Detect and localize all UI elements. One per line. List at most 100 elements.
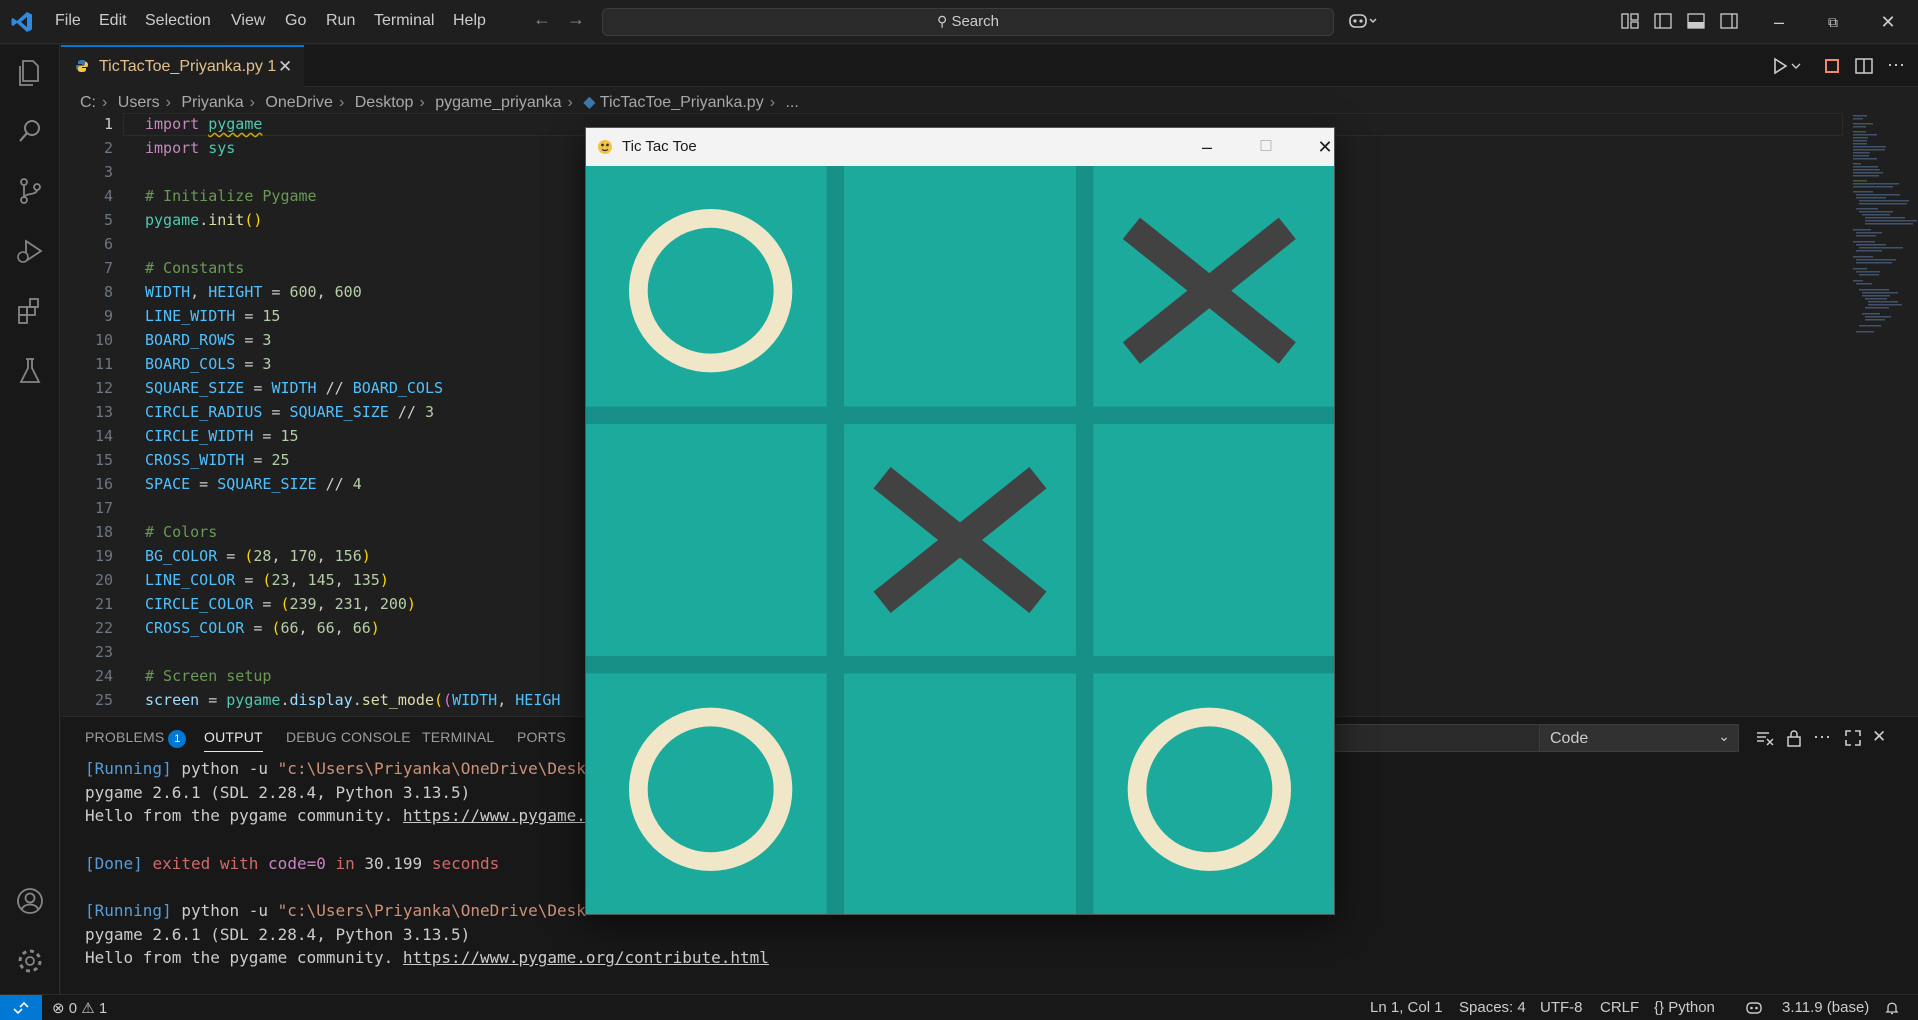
line-number: 8 xyxy=(103,283,113,301)
files-icon[interactable] xyxy=(14,57,46,89)
breadcrumb-file[interactable]: TicTacToe_Priyanka.py xyxy=(600,94,764,111)
customize-layout-icon[interactable] xyxy=(1620,11,1640,31)
search-icon[interactable] xyxy=(14,115,46,147)
line-number: 17 xyxy=(94,499,113,517)
pygame-minimize-button[interactable]: – xyxy=(1187,132,1227,162)
stop-icon[interactable] xyxy=(1821,55,1843,77)
split-editor-icon[interactable] xyxy=(1853,55,1875,77)
breadcrumb-drive[interactable]: C: xyxy=(80,94,96,111)
menu-go[interactable]: Go xyxy=(285,12,306,30)
pygame-close-button[interactable]: ✕ xyxy=(1305,132,1345,162)
tic-tac-toe-board[interactable] xyxy=(586,166,1334,914)
pygame-window[interactable]: Tic Tac Toe – ☐ ✕ xyxy=(585,127,1335,915)
code-line: SPACE = SQUARE_SIZE // 4 xyxy=(145,475,362,493)
minimize-button[interactable]: – xyxy=(1765,8,1793,36)
close-window-button[interactable]: ✕ xyxy=(1874,8,1902,36)
lock-scroll-icon[interactable] xyxy=(1783,727,1805,749)
code-line: # Colors xyxy=(145,523,218,541)
line-number: 24 xyxy=(94,667,113,685)
pygame-titlebar[interactable]: Tic Tac Toe – ☐ ✕ xyxy=(586,128,1334,166)
breadcrumb-desktop[interactable]: Desktop xyxy=(355,94,414,111)
code-line: CROSS_WIDTH = 25 xyxy=(145,451,290,469)
language-mode[interactable]: {} Python xyxy=(1654,999,1715,1016)
end-of-line[interactable]: CRLF xyxy=(1600,999,1639,1016)
forward-arrow-icon[interactable]: → xyxy=(567,9,585,30)
extensions-icon[interactable] xyxy=(14,295,46,327)
python-interpreter[interactable]: 3.11.9 (base) xyxy=(1782,999,1869,1016)
menu-selection[interactable]: Selection xyxy=(145,12,211,30)
more-actions-icon[interactable]: ⋯ xyxy=(1887,55,1909,77)
breadcrumb-onedrive[interactable]: OneDrive xyxy=(265,94,333,111)
code-line: pygame.init() xyxy=(145,211,263,229)
line-number: 12 xyxy=(94,379,113,397)
menu-view[interactable]: View xyxy=(231,12,265,30)
pygame-maximize-button[interactable]: ☐ xyxy=(1246,132,1286,162)
breadcrumb-users[interactable]: Users xyxy=(118,94,160,111)
menu-file[interactable]: File xyxy=(55,12,81,30)
breadcrumb-symbol[interactable]: ... xyxy=(785,94,798,111)
menu-terminal[interactable]: Terminal xyxy=(374,12,434,30)
code-line: SQUARE_SIZE = WIDTH // BOARD_COLS xyxy=(145,379,444,397)
line-number: 3 xyxy=(103,163,113,181)
tab-output[interactable]: OUTPUT xyxy=(204,729,263,752)
breadcrumb-priyanka[interactable]: Priyanka xyxy=(181,94,243,111)
breadcrumb: C: › Users › Priyanka › OneDrive › Desktop › … xyxy=(80,94,799,111)
problems-status[interactable]: ⊗ 0 ⚠ 1 xyxy=(52,999,107,1017)
python-file-icon: ◆ xyxy=(583,94,596,111)
tab-tictactoe-py[interactable]: TicTacToe_Priyanka.py 1 ✕ xyxy=(61,45,304,87)
settings-gear-icon[interactable] xyxy=(14,945,46,977)
toggle-panel-icon[interactable] xyxy=(1686,11,1706,31)
source-control-icon[interactable] xyxy=(14,175,46,207)
minimap[interactable] xyxy=(1848,113,1918,413)
encoding[interactable]: UTF-8 xyxy=(1540,999,1583,1016)
panel-more-icon[interactable]: ⋯ xyxy=(1813,727,1835,749)
warning-icon: ⚠ xyxy=(81,1000,95,1017)
tab-problems[interactable]: PROBLEMS 1 xyxy=(85,729,187,748)
line-number: 6 xyxy=(103,235,113,253)
code-line: LINE_WIDTH = 15 xyxy=(145,307,281,325)
code-line: BOARD_ROWS = 3 xyxy=(145,331,272,349)
line-number: 7 xyxy=(103,259,113,277)
clear-output-icon[interactable] xyxy=(1754,727,1776,749)
back-arrow-icon[interactable]: ← xyxy=(533,9,551,30)
run-dropdown-chevron-icon[interactable] xyxy=(1789,55,1803,77)
tab-ports[interactable]: PORTS xyxy=(517,729,566,745)
tab-terminal[interactable]: TERMINAL xyxy=(422,729,494,745)
output-channel-select[interactable]: Code ⌄ xyxy=(1539,724,1739,752)
tab-close-icon[interactable]: ✕ xyxy=(278,57,292,77)
run-debug-icon[interactable] xyxy=(14,235,46,267)
command-center-search[interactable]: ⚲ Search xyxy=(602,8,1334,36)
output-channel-value: Code xyxy=(1550,730,1589,747)
copilot-status-icon[interactable] xyxy=(1745,1001,1763,1015)
tab-debug-console[interactable]: DEBUG CONSOLE xyxy=(286,729,411,745)
notifications-bell-icon[interactable] xyxy=(1884,1000,1900,1016)
line-number: 15 xyxy=(94,451,113,469)
menu-run[interactable]: Run xyxy=(326,12,355,30)
restore-button[interactable]: ⧉ xyxy=(1819,8,1847,36)
line-number: 21 xyxy=(94,595,113,613)
toggle-primary-sidebar-icon[interactable] xyxy=(1653,11,1673,31)
menu-help[interactable]: Help xyxy=(453,12,486,30)
code-line: import sys xyxy=(145,139,236,157)
code-line: # Screen setup xyxy=(145,667,272,685)
code-line: CROSS_COLOR = (66, 66, 66) xyxy=(145,619,380,637)
line-number: 14 xyxy=(94,427,113,445)
line-number: 25 xyxy=(94,691,113,709)
toggle-secondary-sidebar-icon[interactable] xyxy=(1719,11,1739,31)
cursor-position[interactable]: Ln 1, Col 1 xyxy=(1370,999,1443,1016)
copilot-icon[interactable] xyxy=(1348,11,1378,31)
breadcrumb-folder[interactable]: pygame_priyanka xyxy=(435,94,561,111)
output-line: pygame 2.6.1 (SDL 2.28.4, Python 3.13.5) xyxy=(85,925,471,944)
line-number: 18 xyxy=(94,523,113,541)
run-python-file-icon[interactable] xyxy=(1769,55,1791,77)
testing-icon[interactable] xyxy=(14,355,46,387)
menu-edit[interactable]: Edit xyxy=(99,12,127,30)
account-icon[interactable] xyxy=(14,885,46,917)
vscode-logo-icon xyxy=(11,12,32,32)
maximize-panel-icon[interactable] xyxy=(1842,727,1864,749)
indentation[interactable]: Spaces: 4 xyxy=(1459,999,1526,1016)
grid-line-vertical xyxy=(1075,166,1094,914)
line-number: 16 xyxy=(94,475,113,493)
close-panel-icon[interactable]: ✕ xyxy=(1872,727,1894,749)
remote-indicator[interactable] xyxy=(0,995,42,1020)
